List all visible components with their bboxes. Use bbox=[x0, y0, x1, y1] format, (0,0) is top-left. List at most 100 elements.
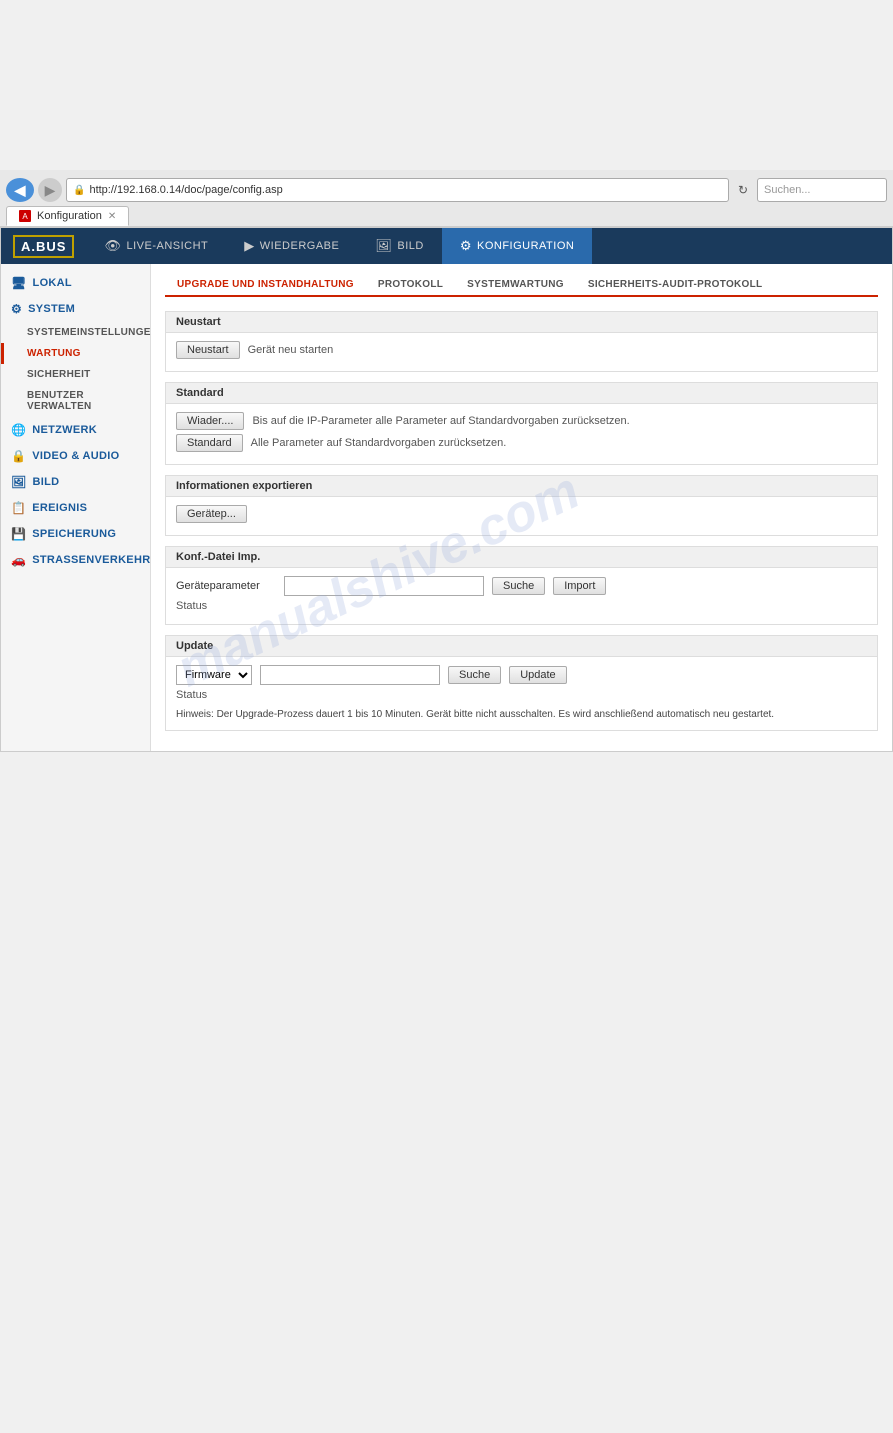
sidebar-item-system[interactable]: ⚙ SYSTEM bbox=[1, 296, 150, 322]
tab-audit-label: SICHERHEITS-AUDIT-PROTOKOLL bbox=[588, 279, 763, 290]
sidebar-item-systemeinstellungen[interactable]: SYSTEMEINSTELLUNGEN bbox=[1, 322, 150, 343]
nav-items: 👁 LIVE-ANSICHT ▶ WIEDERGABE 🖼 BILD ⚙ KON… bbox=[86, 228, 892, 264]
address-icon: 🔒 bbox=[73, 185, 85, 196]
back-button[interactable]: ◀ bbox=[6, 178, 34, 202]
export-button[interactable]: Gerätep... bbox=[176, 505, 247, 523]
sidebar-label-netzwerk: NETZWERK bbox=[32, 424, 97, 436]
sidebar-label-ereignis: EREIGNIS bbox=[32, 502, 87, 514]
sidebar-item-strassenverkehr[interactable]: 🚗 STRASSENVERKEHR bbox=[1, 547, 150, 573]
tab-systemwartung-label: SYSTEMWARTUNG bbox=[467, 279, 564, 290]
sub-tabs: UPGRADE UND INSTANDHALTUNG PROTOKOLL SYS… bbox=[165, 274, 878, 297]
logo: A.BUS bbox=[13, 235, 74, 258]
sidebar-item-video-audio[interactable]: 🔒 VIDEO & AUDIO bbox=[1, 443, 150, 469]
logo-area: A.BUS bbox=[1, 231, 86, 262]
section-update: Update Firmware Suche Update Status bbox=[165, 635, 878, 731]
sidebar-item-bild[interactable]: 🖼 BILD bbox=[1, 469, 150, 495]
info-export-row: Gerätep... bbox=[176, 505, 867, 523]
nav-label-image: BILD bbox=[397, 240, 423, 252]
browser-tabs: A Konfiguration ✕ bbox=[6, 206, 887, 226]
image-icon: 🖼 bbox=[375, 238, 392, 254]
conf-import-input[interactable] bbox=[284, 576, 484, 596]
neustart-button[interactable]: Neustart bbox=[176, 341, 240, 359]
browser-chrome: ◀ ▶ 🔒 http://192.168.0.14/doc/page/confi… bbox=[0, 170, 893, 227]
update-hint: Hinweis: Der Upgrade-Prozess dauert 1 bi… bbox=[176, 707, 867, 722]
conf-status-label: Status bbox=[176, 600, 207, 612]
section-info-export-header: Informationen exportieren bbox=[166, 476, 877, 497]
content-area: UPGRADE UND INSTANDHALTUNG PROTOKOLL SYS… bbox=[151, 264, 892, 751]
conf-status-row: Status bbox=[176, 600, 867, 612]
sidebar-item-wartung[interactable]: WARTUNG bbox=[1, 343, 150, 364]
search-placeholder: Suchen... bbox=[764, 184, 810, 196]
section-standard: Standard Wiader.... Bis auf die IP-Param… bbox=[165, 382, 878, 465]
section-conf-import-header: Konf.-Datei Imp. bbox=[166, 547, 877, 568]
nav-item-config[interactable]: ⚙ KONFIGURATION bbox=[442, 228, 593, 264]
app-container: A.BUS 👁 LIVE-ANSICHT ▶ WIEDERGABE 🖼 BILD… bbox=[0, 227, 893, 752]
sidebar-label-lokal: LOKAL bbox=[33, 277, 72, 289]
section-neustart: Neustart Neustart Gerät neu starten bbox=[165, 311, 878, 372]
section-conf-import-body: Geräteparameter Suche Import Status bbox=[166, 568, 877, 624]
browser-tab-active[interactable]: A Konfiguration ✕ bbox=[6, 206, 129, 226]
ereignis-icon: 📋 bbox=[11, 501, 26, 515]
sidebar-item-sicherheit[interactable]: SICHERHEIT bbox=[1, 364, 150, 385]
section-conf-import: Konf.-Datei Imp. Geräteparameter Suche I… bbox=[165, 546, 878, 625]
sidebar-label-strassenverkehr: STRASSENVERKEHR bbox=[32, 554, 150, 566]
sidebar-label-benutzer: BENUTZER VERWALTEN bbox=[27, 390, 92, 412]
main-layout: 🖥 LOKAL ⚙ SYSTEM SYSTEMEINSTELLUNGEN WAR… bbox=[1, 264, 892, 751]
neustart-row: Neustart Gerät neu starten bbox=[176, 341, 867, 359]
nav-item-playback[interactable]: ▶ WIEDERGABE bbox=[226, 228, 357, 264]
update-status-row: Status bbox=[176, 689, 867, 701]
conf-import-button[interactable]: Import bbox=[553, 577, 606, 595]
update-file-input[interactable] bbox=[260, 665, 440, 685]
section-standard-body: Wiader.... Bis auf die IP-Parameter alle… bbox=[166, 404, 877, 464]
refresh-button[interactable]: ↻ bbox=[733, 178, 753, 202]
sidebar-label-wartung: WARTUNG bbox=[27, 348, 81, 359]
conf-suche-button[interactable]: Suche bbox=[492, 577, 545, 595]
strassen-icon: 🚗 bbox=[11, 553, 26, 567]
update-type-select[interactable]: Firmware bbox=[176, 665, 252, 685]
section-info-export-body: Gerätep... bbox=[166, 497, 877, 535]
update-suche-button[interactable]: Suche bbox=[448, 666, 501, 684]
tab-close-button[interactable]: ✕ bbox=[108, 211, 116, 222]
sidebar-item-netzwerk[interactable]: 🌐 NETZWERK bbox=[1, 417, 150, 443]
update-button[interactable]: Update bbox=[509, 666, 566, 684]
bild-icon: 🖼 bbox=[11, 475, 27, 489]
section-neustart-body: Neustart Gerät neu starten bbox=[166, 333, 877, 371]
system-icon: ⚙ bbox=[11, 302, 22, 316]
tab-label: Konfiguration bbox=[37, 210, 102, 222]
nav-label-playback: WIEDERGABE bbox=[260, 240, 340, 252]
conf-import-row: Geräteparameter Suche Import bbox=[176, 576, 867, 596]
sidebar-item-ereignis[interactable]: 📋 EREIGNIS bbox=[1, 495, 150, 521]
top-nav: A.BUS 👁 LIVE-ANSICHT ▶ WIEDERGABE 🖼 BILD… bbox=[1, 228, 892, 264]
section-info-export: Informationen exportieren Gerätep... bbox=[165, 475, 878, 536]
sidebar-label-bild: BILD bbox=[33, 476, 60, 488]
wiader-description: Bis auf die IP-Parameter alle Parameter … bbox=[252, 415, 629, 427]
live-icon: 👁 bbox=[104, 238, 121, 254]
nav-label-config: KONFIGURATION bbox=[477, 240, 574, 252]
section-update-body: Firmware Suche Update Status Hinweis: De… bbox=[166, 657, 877, 730]
address-bar[interactable]: 🔒 http://192.168.0.14/doc/page/config.as… bbox=[66, 178, 729, 202]
nav-item-image[interactable]: 🖼 BILD bbox=[357, 228, 441, 264]
standard-row1: Wiader.... Bis auf die IP-Parameter alle… bbox=[176, 412, 867, 430]
nav-item-live[interactable]: 👁 LIVE-ANSICHT bbox=[86, 228, 226, 264]
wiader-button[interactable]: Wiader.... bbox=[176, 412, 244, 430]
section-update-header: Update bbox=[166, 636, 877, 657]
tab-favicon: A bbox=[19, 210, 31, 222]
tab-audit[interactable]: SICHERHEITS-AUDIT-PROTOKOLL bbox=[576, 274, 775, 295]
sidebar-label-sicherheit: SICHERHEIT bbox=[27, 369, 91, 380]
section-standard-header: Standard bbox=[166, 383, 877, 404]
tab-upgrade[interactable]: UPGRADE UND INSTANDHALTUNG bbox=[165, 274, 366, 297]
sidebar-item-speicherung[interactable]: 💾 SPEICHERUNG bbox=[1, 521, 150, 547]
sidebar-item-benutzer[interactable]: BENUTZER VERWALTEN bbox=[1, 385, 150, 417]
standard-button[interactable]: Standard bbox=[176, 434, 243, 452]
tab-systemwartung[interactable]: SYSTEMWARTUNG bbox=[455, 274, 576, 295]
forward-button[interactable]: ▶ bbox=[38, 178, 62, 202]
search-box[interactable]: Suchen... bbox=[757, 178, 887, 202]
tab-upgrade-label: UPGRADE UND INSTANDHALTUNG bbox=[177, 279, 354, 290]
sidebar-label-speicherung: SPEICHERUNG bbox=[32, 528, 116, 540]
address-url: http://192.168.0.14/doc/page/config.asp bbox=[89, 184, 282, 196]
sidebar-item-lokal[interactable]: 🖥 LOKAL bbox=[1, 270, 150, 296]
tab-protokoll[interactable]: PROTOKOLL bbox=[366, 274, 455, 295]
video-icon: 🔒 bbox=[11, 449, 26, 463]
conf-import-field-label: Geräteparameter bbox=[176, 580, 276, 592]
nav-label-live: LIVE-ANSICHT bbox=[126, 240, 208, 252]
